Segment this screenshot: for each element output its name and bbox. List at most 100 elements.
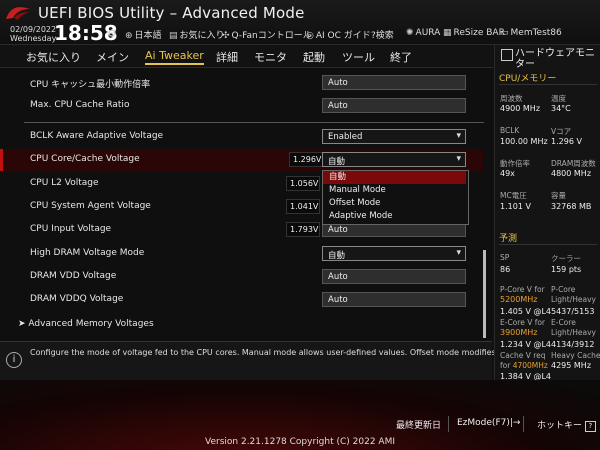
hw-label: BCLK: [500, 126, 520, 135]
setting-label: High DRAM Voltage Mode: [30, 248, 145, 258]
hw-label: P-Core V for: [500, 285, 545, 294]
setting-dram-vddq-voltage[interactable]: DRAM VDDQ Voltage Auto: [0, 289, 480, 311]
last-modified-button[interactable]: 最終更新日: [396, 418, 441, 431]
setting-max-cpu-cache-ratio[interactable]: Max. CPU Cache Ratio Auto: [0, 95, 480, 117]
hw-label: クーラー: [551, 254, 581, 263]
settings-scrollbar[interactable]: [483, 250, 486, 338]
setting-high-dram-voltage-mode[interactable]: High DRAM Voltage Mode 自動: [0, 243, 480, 265]
tab-advanced[interactable]: 詳細: [216, 49, 238, 65]
dram-frequency-value: 4800 MHz: [551, 169, 592, 178]
high-dram-voltage-mode-dropdown[interactable]: 自動: [322, 246, 466, 261]
section-divider: [499, 84, 597, 85]
hw-label: SP: [500, 253, 510, 262]
memtest-button[interactable]: ▭ MemTest86: [500, 28, 562, 38]
hw-label: MC電圧: [500, 191, 527, 200]
hotkeys-help-icon: ?: [584, 421, 596, 432]
tab-monitor[interactable]: モニタ: [254, 49, 287, 65]
hw-label: E-Core V for: [500, 318, 546, 327]
cache-frequency: 4700MHz: [512, 361, 548, 370]
monitor-icon: [501, 49, 513, 61]
date-display: 02/09/2022 Wednesday: [10, 25, 56, 43]
hw-label: P-Core: [551, 285, 576, 294]
dropdown-option-adaptive[interactable]: Adaptive Mode: [323, 210, 466, 223]
footer-divider: [523, 416, 524, 432]
ezmode-button[interactable]: EzMode(F7)|→: [457, 418, 520, 428]
setting-label: Max. CPU Cache Ratio: [30, 100, 130, 110]
hw-label: Light/Heavy: [551, 328, 596, 337]
info-icon: i: [6, 352, 22, 368]
resize-bar-button[interactable]: ▦ ReSize BAR: [443, 28, 505, 38]
help-panel: i Configure the mode of voltage fed to t…: [0, 341, 561, 382]
hw-label: DRAM周波数: [551, 159, 596, 168]
ai-guide-icon: ◎: [306, 31, 314, 41]
dropdown-option-offset[interactable]: Offset Mode: [323, 197, 466, 210]
qfan-button[interactable]: ✣ Q-Fanコントロール: [222, 28, 312, 41]
section-divider: [499, 244, 597, 245]
tab-boot[interactable]: 起動: [303, 49, 325, 65]
tab-main[interactable]: メイン: [96, 49, 129, 65]
ratio-value: 49x: [500, 169, 515, 178]
hw-label: 容量: [551, 191, 566, 200]
setting-label: BCLK Aware Adaptive Voltage: [30, 131, 164, 141]
ai-oc-guide-label: AI OC ガイド: [315, 31, 371, 41]
search-label: ?検索: [371, 31, 394, 41]
language-button[interactable]: ⊕ 日本語: [125, 28, 162, 41]
ecore-light-heavy-value: 4134/3912: [551, 340, 595, 349]
bclk-aware-adaptive-voltage-dropdown[interactable]: Enabled: [322, 129, 466, 144]
resize-bar-icon: ▦: [443, 28, 452, 38]
advanced-memory-voltages-expander[interactable]: ➤ Advanced Memory Voltages: [18, 319, 154, 329]
current-voltage-readout: 1.296V: [289, 152, 323, 167]
tab-ai-tweaker[interactable]: Ai Tweaker: [145, 49, 204, 65]
dram-vdd-voltage-field[interactable]: Auto: [322, 269, 466, 284]
help-text: Configure the mode of voltage fed to the…: [30, 348, 561, 357]
setting-cpu-core-cache-voltage[interactable]: CPU Core/Cache Voltage 1.296V 自動: [0, 149, 483, 171]
current-voltage-readout: 1.793V: [286, 222, 320, 237]
top-bar: UEFI BIOS Utility – Advanced Mode 02/09/…: [0, 0, 600, 45]
setting-label: DRAM VDD Voltage: [30, 271, 117, 281]
footer-divider: [448, 416, 449, 432]
settings-gear-icon[interactable]: ⚙: [107, 27, 117, 40]
hardware-monitor-panel: ハードウェアモニター CPU/メモリー 周波数 温度 4900 MHz 34°C…: [494, 45, 600, 381]
cpu-memory-section-title: CPU/メモリー: [499, 74, 557, 84]
ai-oc-guide-button[interactable]: ◎ AI OC ガイド: [306, 28, 371, 41]
bclk-value: 100.00 MHz: [500, 137, 548, 146]
current-voltage-readout: 1.041V: [286, 199, 320, 214]
favorites-label: お気に入り: [179, 31, 225, 41]
voltage-mode-dropdown-list: 自動 Manual Mode Offset Mode Adaptive Mode: [322, 170, 469, 225]
tab-tool[interactable]: ツール: [342, 49, 375, 65]
hw-label: E-Core: [551, 318, 576, 327]
favorites-icon: ▤: [169, 31, 178, 41]
language-label: 日本語: [134, 31, 162, 41]
cpu-frequency-value: 4900 MHz: [500, 104, 541, 113]
setting-cpu-cache-min-ratio[interactable]: CPU キャッシュ最小動作倍率 Auto: [0, 72, 480, 94]
setting-label: CPU キャッシュ最小動作倍率: [30, 80, 151, 90]
cpu-cache-min-ratio-field[interactable]: Auto: [322, 75, 466, 90]
hw-label: 周波数: [500, 94, 523, 103]
version-text: Version 2.21.1278 Copyright (C) 2022 AMI: [205, 437, 395, 447]
favorites-button[interactable]: ▤ お気に入り: [169, 28, 225, 41]
pcore-light-heavy-value: 5437/5153: [551, 307, 595, 316]
expander-label: Advanced Memory Voltages: [28, 319, 154, 329]
setting-dram-vdd-voltage[interactable]: DRAM VDD Voltage Auto: [0, 266, 480, 288]
setting-bclk-aware-adaptive-voltage[interactable]: BCLK Aware Adaptive Voltage Enabled: [0, 126, 480, 148]
max-cpu-cache-ratio-field[interactable]: Auto: [322, 98, 466, 113]
hotkeys-label: ホットキー: [537, 421, 583, 431]
aura-button[interactable]: ✺ AURA: [406, 28, 440, 38]
dropdown-option-manual[interactable]: Manual Mode: [323, 184, 466, 197]
heavy-cache-value: 4295 MHz: [551, 361, 592, 370]
footer-bar: 最終更新日 EzMode(F7)|→ ホットキー ? Version 2.21.…: [0, 380, 600, 450]
hw-label: Light/Heavy: [551, 295, 596, 304]
dropdown-option-auto[interactable]: 自動: [323, 171, 466, 184]
tab-favorites[interactable]: お気に入り: [26, 49, 81, 65]
search-button[interactable]: ?検索: [371, 28, 394, 41]
aura-icon: ✺: [406, 28, 414, 38]
dram-vddq-voltage-field[interactable]: Auto: [322, 292, 466, 307]
main-menu: お気に入り メイン Ai Tweaker 詳細 モニタ 起動 ツール 終了: [0, 45, 493, 68]
hw-label: 温度: [551, 94, 566, 103]
hotkeys-button[interactable]: ホットキー ?: [537, 418, 596, 432]
hw-label: 動作倍率: [500, 159, 530, 168]
cpu-core-cache-voltage-dropdown[interactable]: 自動: [322, 152, 466, 167]
setting-label: CPU L2 Voltage: [30, 178, 99, 188]
tab-exit[interactable]: 終了: [390, 49, 412, 65]
mc-voltage-value: 1.101 V: [500, 202, 531, 211]
